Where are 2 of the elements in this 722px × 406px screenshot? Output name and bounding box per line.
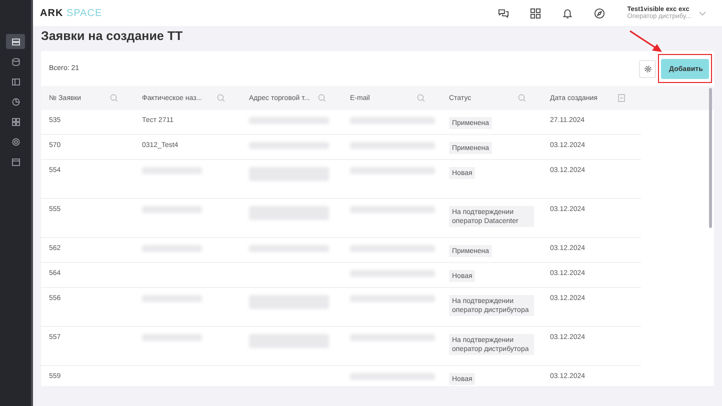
- page-title: Заявки на создание ТТ: [41, 29, 183, 43]
- logo: ARK SPACE: [40, 8, 102, 18]
